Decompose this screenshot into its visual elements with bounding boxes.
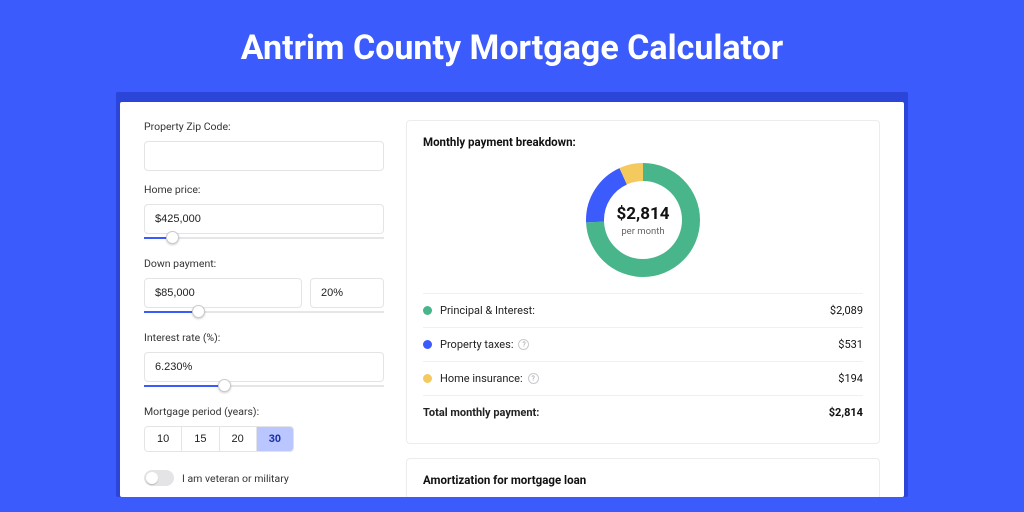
form-column: Property Zip Code: Home price: Down paym… (144, 120, 384, 489)
legend-label: Property taxes: (440, 338, 513, 351)
period-segmented: 10 15 20 30 (144, 426, 294, 452)
zip-input[interactable] (144, 141, 384, 171)
dot-icon (423, 374, 432, 383)
dot-icon (423, 306, 432, 315)
interest-slider[interactable] (144, 381, 384, 393)
zip-label: Property Zip Code: (144, 120, 384, 133)
slider-thumb[interactable] (192, 305, 205, 318)
period-option-15[interactable]: 15 (181, 427, 218, 451)
donut-chart: $2,814 per month (582, 159, 704, 281)
period-option-30[interactable]: 30 (256, 427, 293, 451)
slider-thumb[interactable] (218, 379, 231, 392)
veteran-row: I am veteran or military (144, 470, 384, 486)
interest-input[interactable] (144, 352, 384, 382)
info-icon[interactable]: ? (528, 373, 539, 384)
legend-insurance: Home insurance: ? $194 (423, 361, 863, 395)
slider-thumb[interactable] (166, 231, 179, 244)
home-price-slider[interactable] (144, 233, 384, 245)
legend-value: $531 (838, 338, 863, 351)
down-payment-input[interactable] (144, 278, 302, 308)
amortization-title: Amortization for mortgage loan (423, 473, 863, 487)
legend-value: $2,089 (830, 304, 863, 317)
dot-icon (423, 340, 432, 349)
veteran-toggle[interactable] (144, 470, 174, 486)
period-option-20[interactable]: 20 (219, 427, 256, 451)
field-down-payment: Down payment: (144, 257, 384, 319)
legend-label: Home insurance: (440, 372, 523, 385)
legend-total: Total monthly payment: $2,814 (423, 395, 863, 429)
field-zip: Property Zip Code: (144, 120, 384, 171)
home-price-label: Home price: (144, 183, 384, 196)
total-label: Total monthly payment: (423, 406, 539, 419)
legend-taxes: Property taxes: ? $531 (423, 327, 863, 361)
breakdown-section: Monthly payment breakdown: $2,814 per mo… (406, 120, 880, 444)
amortization-section: Amortization for mortgage loan Amortizat… (406, 458, 880, 497)
donut-chart-wrap: $2,814 per month (423, 159, 863, 281)
card-shadow: Property Zip Code: Home price: Down paym… (116, 92, 908, 497)
down-payment-slider[interactable] (144, 307, 384, 319)
field-interest: Interest rate (%): (144, 331, 384, 393)
total-value: $2,814 (829, 406, 863, 419)
down-payment-pct-input[interactable] (310, 278, 384, 308)
donut-center: $2,814 per month (582, 159, 704, 281)
legend-label: Principal & Interest: (440, 304, 535, 317)
results-column: Monthly payment breakdown: $2,814 per mo… (406, 120, 880, 489)
period-label: Mortgage period (years): (144, 405, 384, 418)
veteran-label: I am veteran or military (182, 472, 289, 485)
donut-value: $2,814 (617, 204, 670, 224)
period-option-10[interactable]: 10 (145, 427, 181, 451)
info-icon[interactable]: ? (518, 339, 529, 350)
calculator-card: Property Zip Code: Home price: Down paym… (120, 102, 904, 497)
breakdown-title: Monthly payment breakdown: (423, 135, 863, 149)
legend-principal: Principal & Interest: $2,089 (423, 293, 863, 327)
field-home-price: Home price: (144, 183, 384, 245)
donut-sub: per month (621, 226, 664, 237)
home-price-input[interactable] (144, 204, 384, 234)
page-title: Antrim County Mortgage Calculator (0, 0, 1024, 92)
down-payment-label: Down payment: (144, 257, 384, 270)
field-period: Mortgage period (years): 10 15 20 30 (144, 405, 384, 452)
interest-label: Interest rate (%): (144, 331, 384, 344)
legend-value: $194 (838, 372, 863, 385)
